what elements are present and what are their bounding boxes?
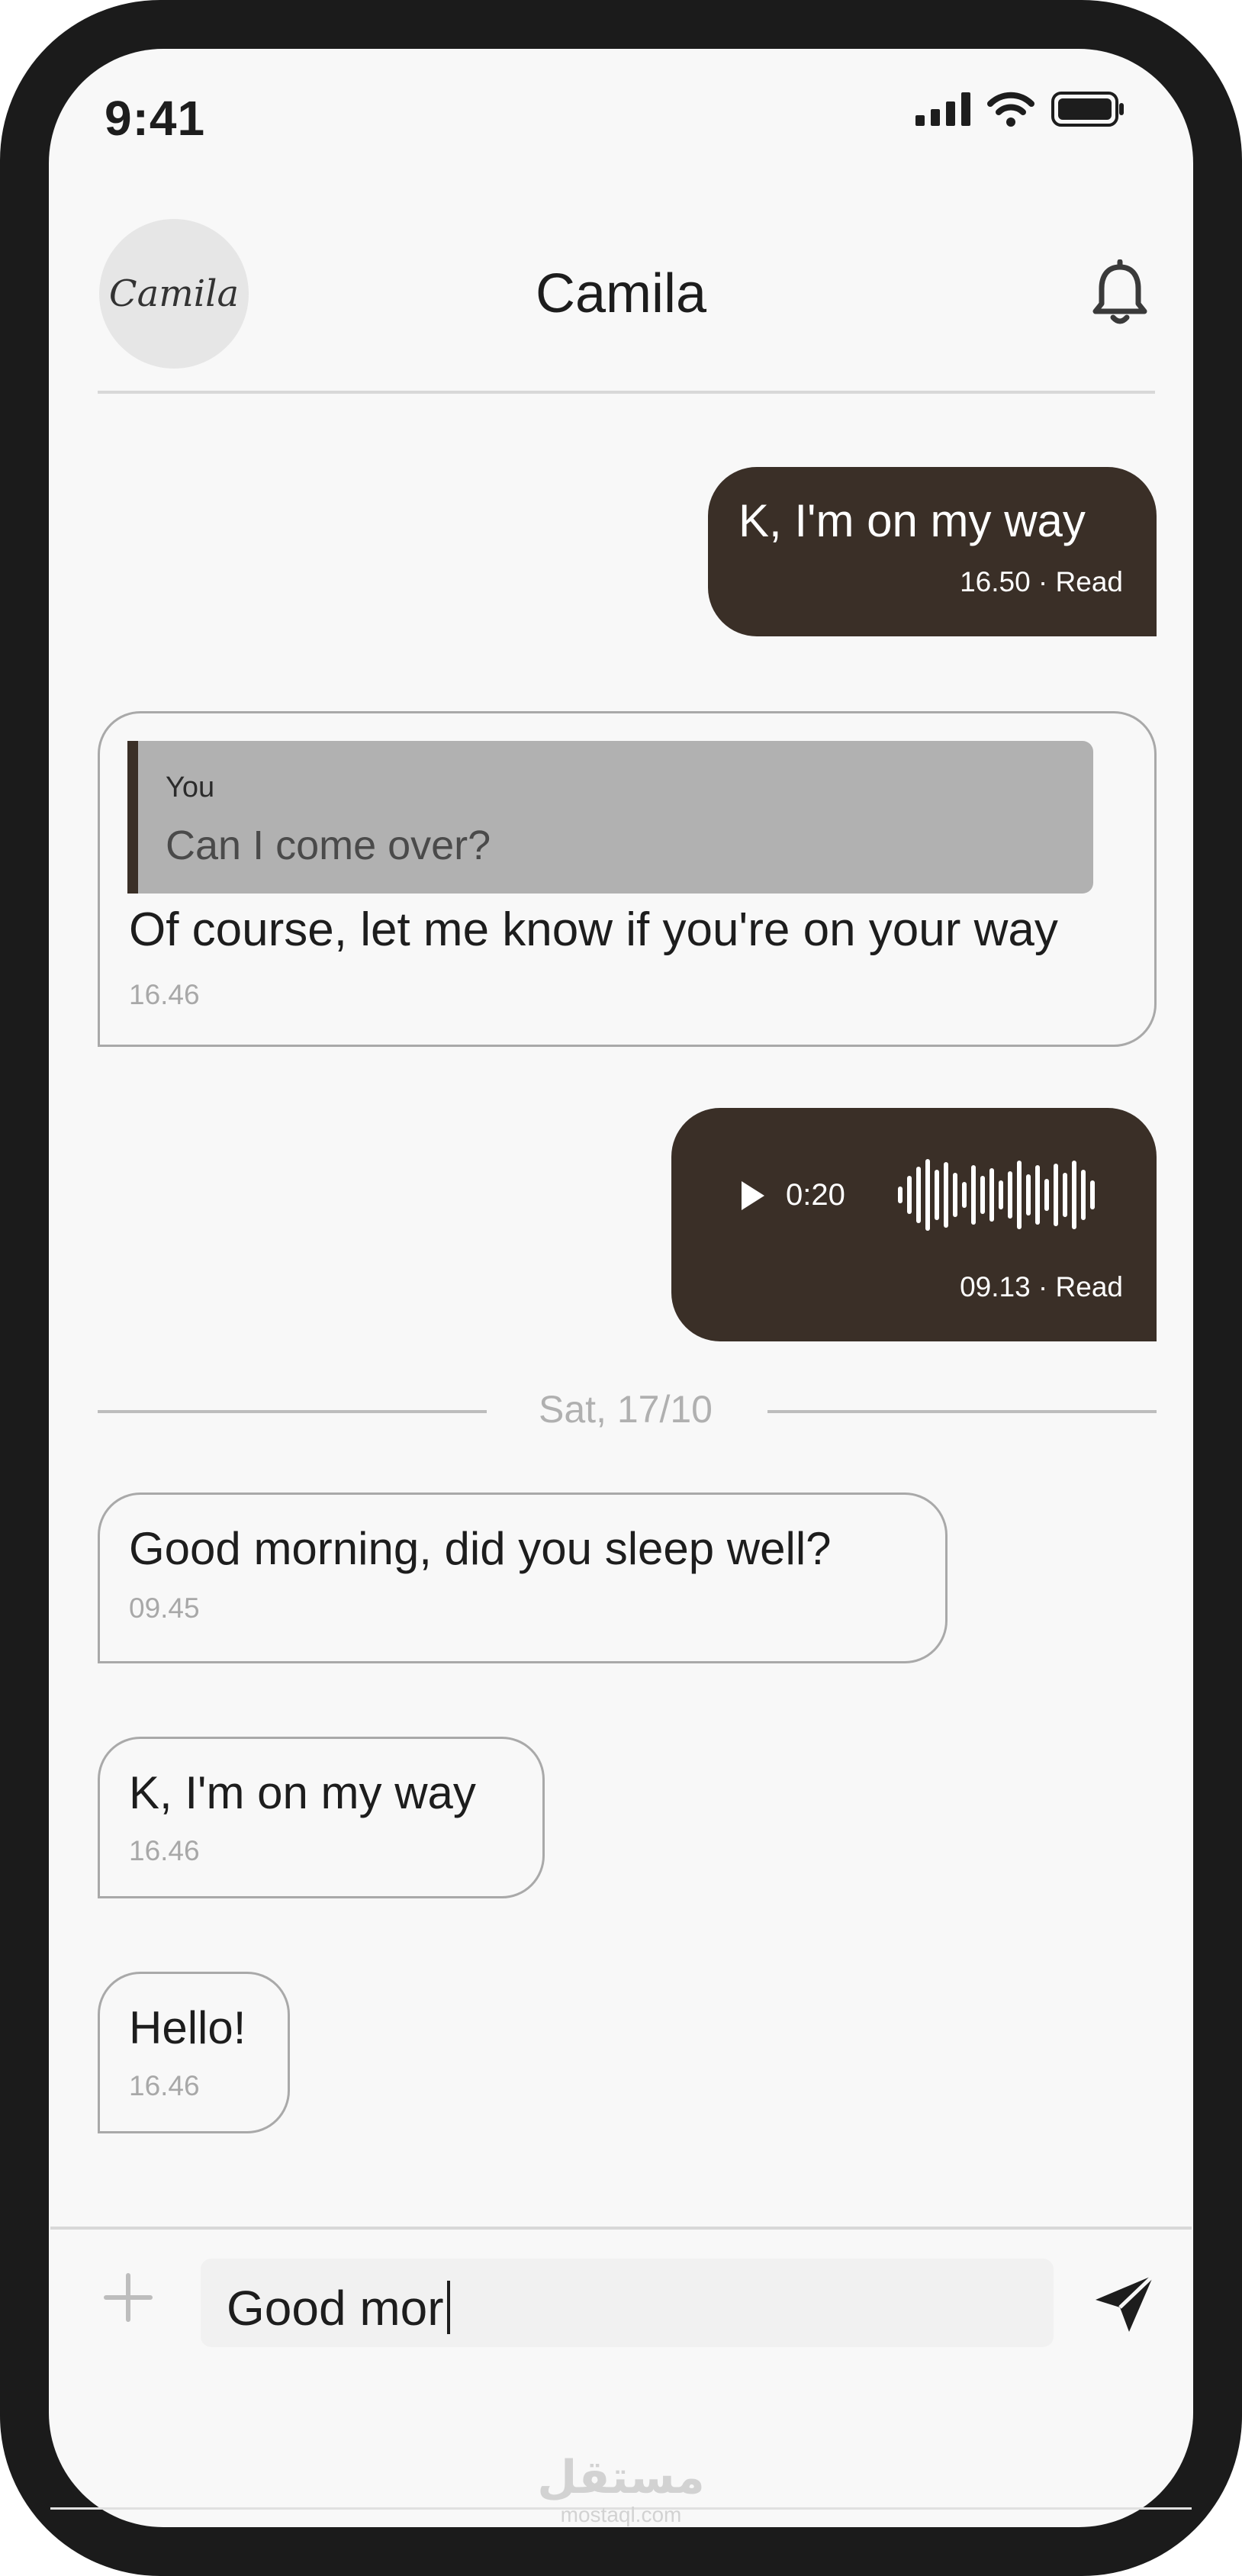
message-meta: 16.50 · Read [960, 566, 1123, 597]
message-text: Hello! [129, 2002, 246, 2053]
message-text: Good morning, did you sleep well? [129, 1523, 832, 1574]
date-separator-line-left [98, 1410, 487, 1413]
cellular-signal-icon [915, 92, 970, 126]
text-caret [446, 2281, 450, 2334]
message-text: K, I'm on my way [129, 1767, 476, 1818]
message-incoming[interactable]: Good morning, did you sleep well? 09.45 [98, 1492, 948, 1663]
composer-divider [50, 2227, 1192, 2230]
message-text: Of course, let me know if you're on your… [129, 903, 1058, 956]
plus-icon[interactable] [101, 2271, 155, 2324]
message-incoming-reply[interactable]: You Can I come over? Of course, let me k… [98, 711, 1157, 1047]
quoted-sender: You [166, 771, 215, 803]
bell-icon[interactable] [1089, 259, 1150, 328]
message-incoming[interactable]: Hello! 16.46 [98, 1972, 290, 2133]
voice-duration: 0:20 [786, 1178, 845, 1212]
quoted-reply[interactable]: You Can I come over? [127, 741, 1093, 894]
message-meta: 16.46 [129, 979, 200, 1010]
watermark-url: mostaql.com [560, 2503, 682, 2526]
message-outgoing[interactable]: K, I'm on my way 16.50 · Read [708, 467, 1157, 636]
message-incoming[interactable]: K, I'm on my way 16.46 [98, 1737, 545, 1898]
play-icon[interactable] [740, 1180, 766, 1212]
quoted-text: Can I come over? [166, 823, 491, 868]
status-time: 9:41 [105, 91, 206, 146]
watermark-logo: مستقل [537, 2452, 705, 2503]
date-separator-line-right [767, 1410, 1157, 1413]
wifi-icon [987, 92, 1034, 127]
message-voice[interactable]: 0:20 09.13 · Read [671, 1108, 1157, 1341]
message-meta: 16.46 [129, 2070, 200, 2101]
date-separator: Sat, 17/10 [539, 1388, 713, 1431]
message-text: K, I'm on my way [738, 495, 1086, 546]
battery-icon [1051, 92, 1124, 127]
message-input-value: Good mor [227, 2280, 450, 2336]
message-meta: 09.13 · Read [960, 1271, 1123, 1302]
header-divider [98, 391, 1155, 394]
send-icon[interactable] [1092, 2272, 1157, 2333]
contact-name: Camila [535, 263, 707, 324]
status-icons [915, 92, 1125, 127]
waveform-icon [898, 1159, 1095, 1231]
message-meta: 16.46 [129, 1835, 200, 1866]
message-input[interactable]: Good mor [201, 2259, 1054, 2347]
message-meta: 09.45 [129, 1592, 200, 1624]
